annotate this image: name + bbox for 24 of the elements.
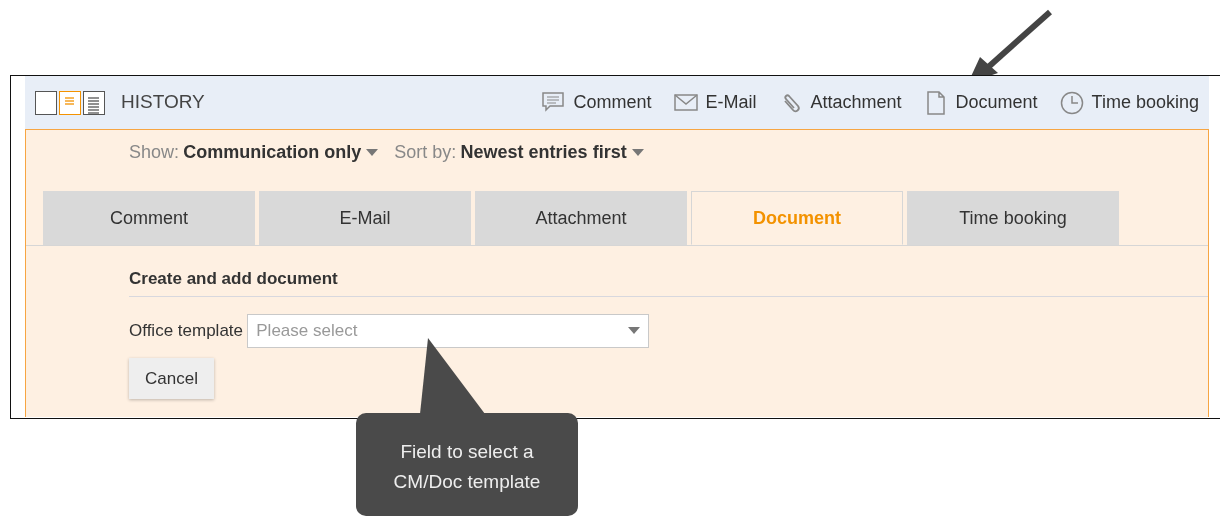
caret-icon xyxy=(366,149,379,156)
filter-label: Sort by: xyxy=(394,141,457,164)
toolbar-action[interactable]: Document xyxy=(923,89,1038,116)
filter-label: Show: xyxy=(129,141,180,164)
view-mode-icon[interactable] xyxy=(35,90,57,115)
caret-icon xyxy=(628,327,641,334)
field-label: Office template xyxy=(129,319,244,342)
caret-icon xyxy=(631,149,644,156)
toolbar-action[interactable]: Time booking xyxy=(1059,89,1199,116)
tab[interactable]: Comment xyxy=(43,191,255,245)
form-heading: Create and add document xyxy=(129,266,1208,297)
tab[interactable]: Time booking xyxy=(907,191,1119,245)
cancel-button[interactable]: Cancel xyxy=(129,357,214,399)
clock-icon xyxy=(1059,90,1084,115)
filter-dropdown[interactable]: Newest entries first xyxy=(460,139,627,166)
tab[interactable]: E-Mail xyxy=(259,191,471,245)
filter-dropdown[interactable]: Communication only xyxy=(183,139,362,166)
tab[interactable]: Attachment xyxy=(475,191,687,245)
toolbar-action[interactable]: Comment xyxy=(541,89,652,116)
toolbar-action[interactable]: Attachment xyxy=(778,89,902,116)
section-title: HISTORY xyxy=(121,90,205,115)
toolbar-action[interactable]: E-Mail xyxy=(673,89,757,116)
view-mode-icon[interactable] xyxy=(83,90,105,115)
speech-bubble-icon xyxy=(541,90,566,115)
